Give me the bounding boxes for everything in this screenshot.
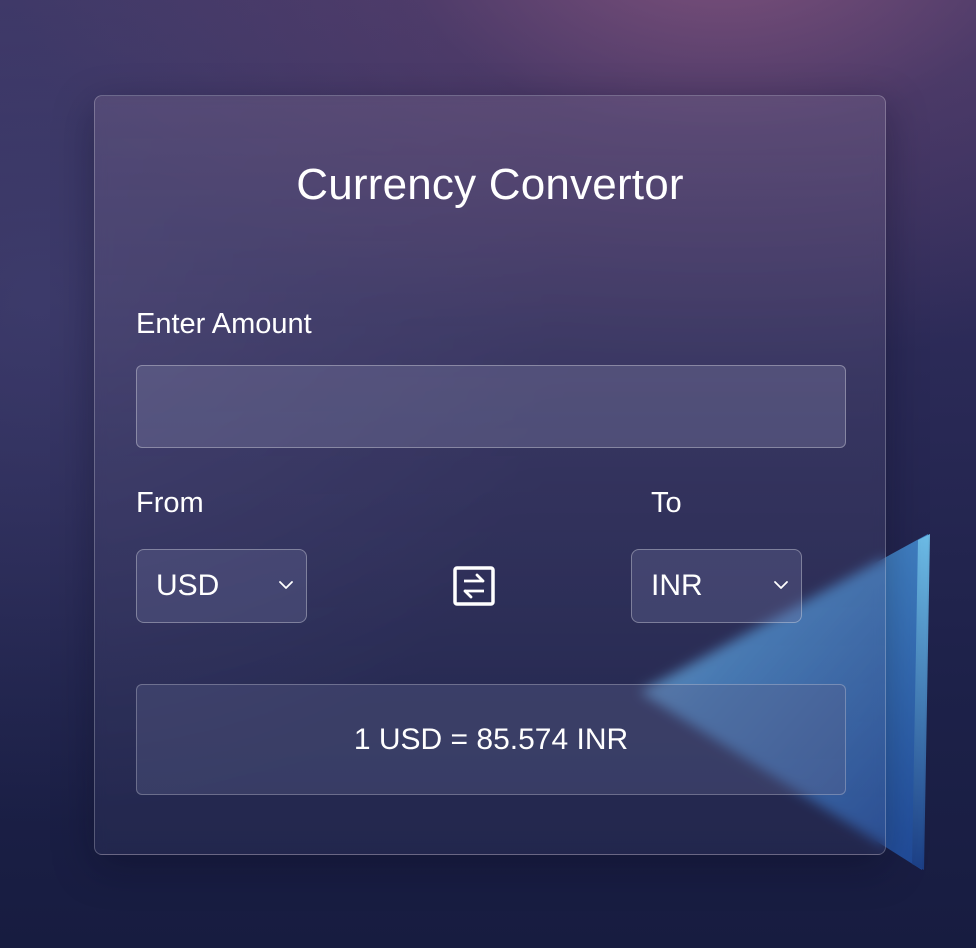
chevron-down-icon [774,581,788,589]
to-currency-value: INR [651,569,703,602]
converter-card: Currency Convertor Enter Amount From To … [94,95,886,855]
amount-input[interactable] [136,365,846,448]
swap-arrows-icon [453,566,495,606]
to-label: To [651,487,682,519]
from-currency-select[interactable]: USD [136,549,307,623]
amount-label: Enter Amount [136,308,312,340]
from-label: From [136,487,204,519]
conversion-result-text: 1 USD = 85.574 INR [353,723,629,756]
from-currency-value: USD [156,569,220,602]
swap-currencies-button[interactable] [452,565,496,607]
chevron-down-icon [279,581,293,589]
page-title: Currency Convertor [296,160,684,209]
conversion-result: 1 USD = 85.574 INR [136,684,846,795]
to-currency-select[interactable]: INR [631,549,802,623]
